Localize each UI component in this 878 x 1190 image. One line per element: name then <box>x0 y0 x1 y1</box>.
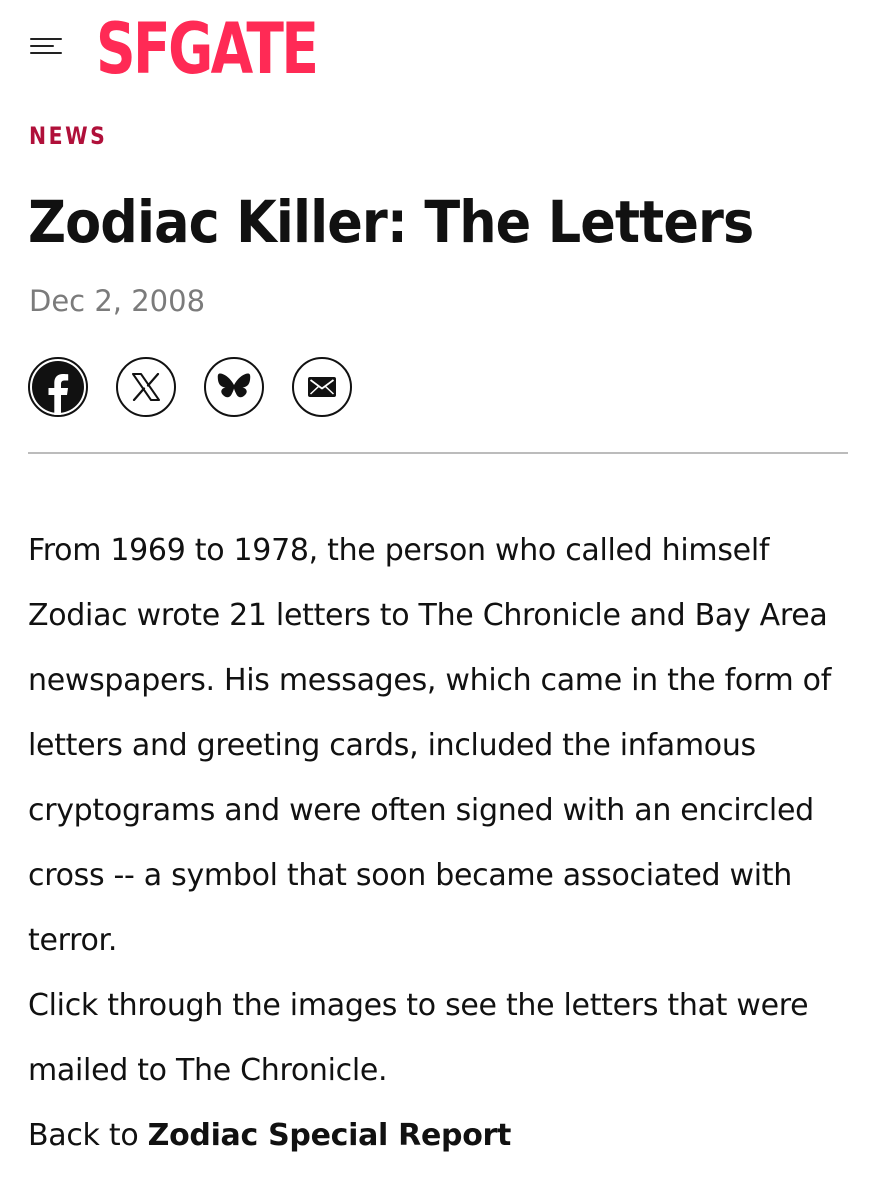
back-to-prefix: Back to <box>28 1118 148 1153</box>
share-email-button[interactable] <box>292 357 352 417</box>
back-to-line: Back to Zodiac Special Report <box>28 1103 850 1168</box>
zodiac-special-report-link[interactable]: Zodiac Special Report <box>148 1118 512 1153</box>
x-icon <box>132 373 160 401</box>
divider <box>28 452 848 454</box>
share-x-button[interactable] <box>116 357 176 417</box>
share-facebook-button[interactable] <box>28 357 88 417</box>
article-title: Zodiac Killer: The Letters <box>28 188 754 256</box>
site-logo[interactable]: SFGATE <box>96 6 319 94</box>
email-icon <box>308 377 336 397</box>
article-date: Dec 2, 2008 <box>29 284 206 318</box>
section-label[interactable]: NEWS <box>29 122 107 150</box>
facebook-icon <box>32 361 84 415</box>
article-paragraph: From 1969 to 1978, the person who called… <box>28 533 831 958</box>
article-body: From 1969 to 1978, the person who called… <box>28 518 850 1168</box>
share-bluesky-button[interactable] <box>204 357 264 417</box>
bluesky-icon <box>217 373 251 398</box>
menu-line <box>30 52 62 54</box>
menu-line <box>30 38 62 40</box>
hamburger-menu-icon[interactable] <box>30 36 64 56</box>
site-header: SFGATE <box>0 0 878 92</box>
article-paragraph: Click through the images to see the lett… <box>28 988 809 1088</box>
menu-line <box>30 45 54 47</box>
